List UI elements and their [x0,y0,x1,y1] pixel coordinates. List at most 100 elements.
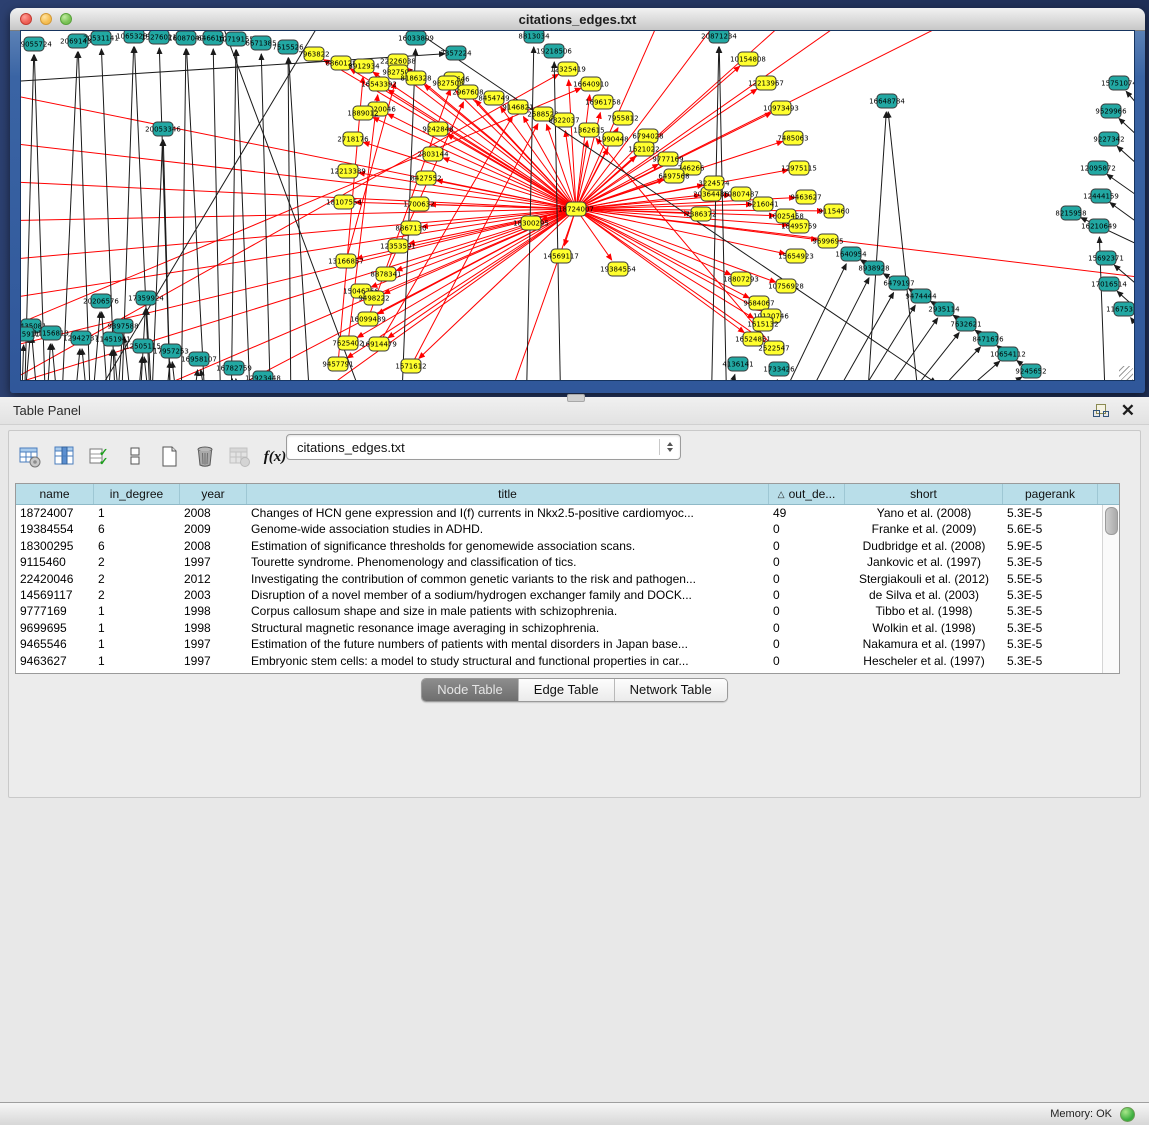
graph-node[interactable]: 16914479 [361,337,397,351]
table-row[interactable]: 1938455462009Genome-wide association stu… [16,521,1103,537]
graph-node[interactable]: 19384554 [600,262,636,276]
graph-node[interactable]: 9245652 [1015,364,1046,378]
graph-node[interactable]: 2718176 [337,132,369,146]
graph-node[interactable]: 16782759 [216,361,252,375]
graph-node[interactable]: 8427552 [410,171,441,185]
graph-node[interactable]: 20206576 [83,294,119,308]
column-header-out_de[interactable]: △out_de... [769,484,845,504]
zoom-window-icon[interactable] [60,13,72,25]
graph-node[interactable]: 6479197 [883,276,914,290]
graph-node[interactable]: 8878341 [370,267,401,281]
delete-column-icon[interactable] [192,444,218,470]
graph-node[interactable]: 9457791 [322,357,353,371]
svg-text:12942737: 12942737 [63,335,99,343]
table-settings-icon[interactable] [17,444,43,470]
table-row[interactable]: 977716911998Corpus callosum shape and si… [16,603,1103,619]
select-rows-icon[interactable]: ✓✓ [87,444,113,470]
graph-node[interactable]: 20871234 [701,31,737,43]
float-panel-icon[interactable] [1093,404,1107,417]
table-row[interactable]: 1456911722003Disruption of a novel membe… [16,587,1103,603]
column-header-name[interactable]: name [16,484,94,504]
graph-node[interactable]: 9115460 [818,204,849,218]
graph-node[interactable]: 4136141 [722,357,753,371]
graph-node[interactable]: 7955812 [607,111,638,125]
resize-grip-icon[interactable] [1119,366,1133,380]
column-header-in_degree[interactable]: in_degree [94,484,180,504]
graph-node[interactable]: 10154808 [730,52,766,66]
graph-node[interactable]: 9699695 [812,234,843,248]
graph-node[interactable]: 19218506 [536,44,572,58]
graph-node[interactable]: 12325419 [550,62,586,76]
svg-text:7955812: 7955812 [607,115,638,123]
graph-node[interactable]: 16648784 [869,94,905,108]
graph-node[interactable]: 9474444 [905,289,937,303]
graph-node[interactable]: 1571612 [395,359,426,373]
graph-node[interactable]: 15751074 [1101,76,1134,90]
column-header-title[interactable]: title [247,484,769,504]
graph-node[interactable]: 20053346 [145,122,181,136]
graph-node[interactable]: 1640954 [835,247,867,261]
graph-node[interactable]: 12095872 [1080,161,1116,175]
graph-node[interactable]: 8938928 [858,261,889,275]
hide-columns-icon[interactable] [122,444,148,470]
graph-node[interactable]: 8813034 [518,31,550,43]
graph-node[interactable]: 6794028 [632,129,663,143]
graph-node[interactable]: 12975115 [781,161,817,175]
table-row[interactable]: 911546021997Tourette syndrome. Phenomeno… [16,554,1103,570]
graph-node[interactable]: 8471676 [972,332,1004,346]
graph-node[interactable]: 7357224 [440,46,472,60]
graph-node[interactable]: 9529966 [1095,104,1127,118]
graph-node[interactable]: 15654923 [778,249,814,263]
table-scrollbar[interactable] [1102,505,1119,673]
tab-network-table[interactable]: Network Table [615,679,727,701]
column-header-pagerank[interactable]: pagerank [1003,484,1098,504]
scrollbar-thumb[interactable] [1105,507,1118,535]
column-header-short[interactable]: short [845,484,1003,504]
graph-node[interactable]: 12444159 [1083,189,1119,203]
graph-node[interactable]: 7632621 [950,317,981,331]
graph-node[interactable]: 12213967 [748,76,784,90]
graph-node[interactable]: 11675312 [1106,302,1134,316]
table-row[interactable]: 969969511998Structural magnetic resonanc… [16,620,1103,636]
show-column-icon[interactable] [52,444,78,470]
table-row[interactable]: 1872400712008Changes of HCN gene express… [16,505,1103,521]
table-row[interactable]: 2242004622012Investigating the contribut… [16,571,1103,587]
function-builder-icon[interactable]: f(x) [262,444,288,470]
table-row[interactable]: 946554611997Estimation of the future num… [16,636,1103,652]
table-row[interactable]: 946362711997Embryonic stem cells: a mode… [16,653,1103,669]
network-graph[interactable]: 1872400779638228860128891293422226038982… [21,31,1134,380]
graph-node[interactable]: 10654112 [990,347,1026,361]
window-titlebar[interactable]: citations_edges.txt [10,8,1145,31]
graph-node[interactable]: 9684067 [743,296,774,310]
graph-node[interactable]: 16033809 [398,31,434,45]
graph-node[interactable]: 2935114 [928,302,960,316]
column-header-year[interactable]: year [180,484,247,504]
graph-node[interactable]: 17016514 [1091,277,1127,291]
graph-node[interactable]: 15692371 [1088,251,1124,265]
graph-node[interactable]: 9463627 [790,190,821,204]
graph-node[interactable]: 9227342 [1093,132,1124,146]
panel-divider-handle[interactable] [567,394,585,402]
tab-node-table[interactable]: Node Table [422,679,519,701]
graph-node[interactable]: 7625402 [332,336,363,350]
close-panel-icon[interactable]: ✕ [1121,404,1135,418]
graph-node[interactable]: 14569117 [543,249,579,263]
table-selector-dropdown[interactable]: citations_edges.txt [286,434,681,460]
new-column-icon[interactable] [157,444,183,470]
graph-node[interactable]: 12353591 [380,239,416,253]
graph-node[interactable]: 1733426 [763,362,795,376]
minimize-window-icon[interactable] [40,13,52,25]
graph-node[interactable]: 17359924 [128,291,164,305]
network-canvas[interactable]: 1872400779638228860128891293422226038982… [20,30,1135,381]
graph-node[interactable]: 1700632 [403,197,434,211]
graph-node[interactable]: 16961758 [585,95,621,109]
tab-edge-table[interactable]: Edge Table [519,679,615,701]
network-view-window[interactable]: citations_edges.txt 18724007796382288601… [10,8,1145,393]
delete-table-icon[interactable] [227,444,253,470]
graph-node[interactable]: 16210649 [1081,219,1117,233]
close-window-icon[interactable] [20,13,32,25]
graph-node[interactable]: 19055724 [21,37,52,51]
table-row[interactable]: 1830029562008Estimation of significance … [16,538,1103,554]
graph-node[interactable]: 7485063 [777,131,808,145]
graph-node[interactable]: 12213389 [330,164,366,178]
